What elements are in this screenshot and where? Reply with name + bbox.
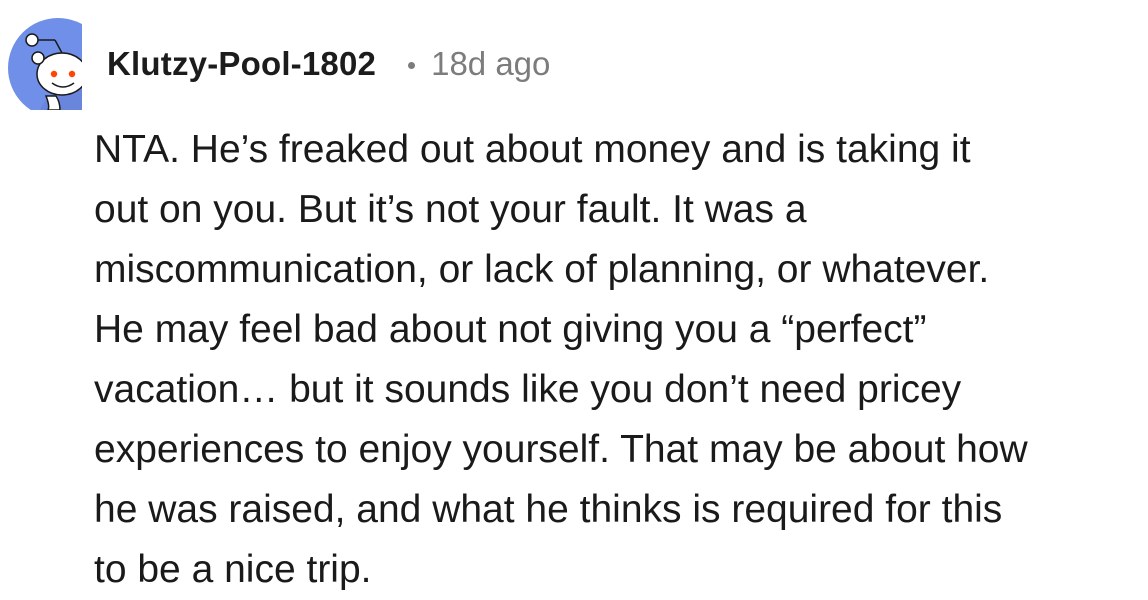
separator-dot — [408, 61, 416, 69]
username-link[interactable]: Klutzy-Pool-1802 — [107, 45, 376, 83]
user-avatar[interactable] — [8, 16, 82, 110]
snoo-avatar-icon — [8, 18, 82, 110]
comment-body-line: vacation… but it sounds like you don’t n… — [94, 368, 962, 411]
comment-body-line: he was raised, and what he thinks is req… — [94, 488, 1003, 531]
comment-body-line: out on you. But it’s not your fault. It … — [94, 188, 807, 231]
comment-body-line: NTA. He’s freaked out about money and is… — [94, 128, 971, 171]
comment-body: NTA. He’s freaked out about money and is… — [94, 120, 1144, 600]
comment-body-line: miscommunication, or lack of planning, o… — [94, 248, 990, 291]
comment: Klutzy-Pool-1802 18d ago NTA. He’s freak… — [0, 0, 1148, 591]
comment-header: Klutzy-Pool-1802 18d ago — [107, 42, 550, 86]
comment-timestamp: 18d ago — [431, 45, 551, 82]
comment-body-line: to be a nice trip. — [94, 548, 372, 591]
comment-body-line: experiences to enjoy yourself. That may … — [94, 428, 1028, 471]
comment-body-line: He may feel bad about not giving you a “… — [94, 308, 927, 351]
